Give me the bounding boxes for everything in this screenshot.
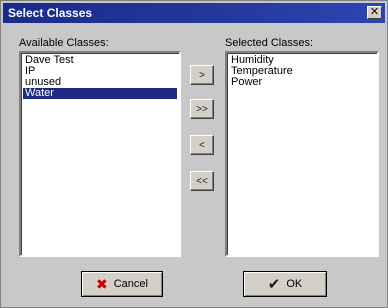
remove-all-button[interactable]: <<	[190, 171, 214, 191]
x-icon: ✖	[96, 276, 108, 292]
cancel-button-label: Cancel	[113, 278, 148, 290]
check-icon: ✔	[267, 275, 281, 293]
available-classes-list[interactable]: Dave Test IP unused Water	[19, 51, 181, 257]
list-item[interactable]: Water	[23, 88, 177, 99]
cancel-button[interactable]: ✖ Cancel	[81, 271, 163, 297]
title-bar[interactable]: Select Classes ✕	[3, 3, 385, 23]
selected-classes-label: Selected Classes:	[225, 37, 314, 49]
close-icon: ✕	[369, 6, 380, 18]
available-classes-label: Available Classes:	[19, 37, 109, 49]
list-item[interactable]: Dave Test	[23, 55, 177, 66]
add-all-button[interactable]: >>	[190, 99, 214, 119]
remove-one-button[interactable]: <	[190, 135, 214, 155]
select-classes-dialog: Select Classes ✕ Available Classes: Dave…	[0, 0, 388, 308]
close-button[interactable]: ✕	[367, 6, 382, 19]
selected-classes-list[interactable]: Humidity Temperature Power	[225, 51, 379, 257]
list-item[interactable]: Power	[229, 77, 375, 88]
ok-button-label: OK	[286, 278, 303, 290]
ok-button[interactable]: ✔ OK	[243, 271, 327, 297]
add-one-button[interactable]: >	[190, 65, 214, 85]
window-title: Select Classes	[8, 6, 93, 20]
